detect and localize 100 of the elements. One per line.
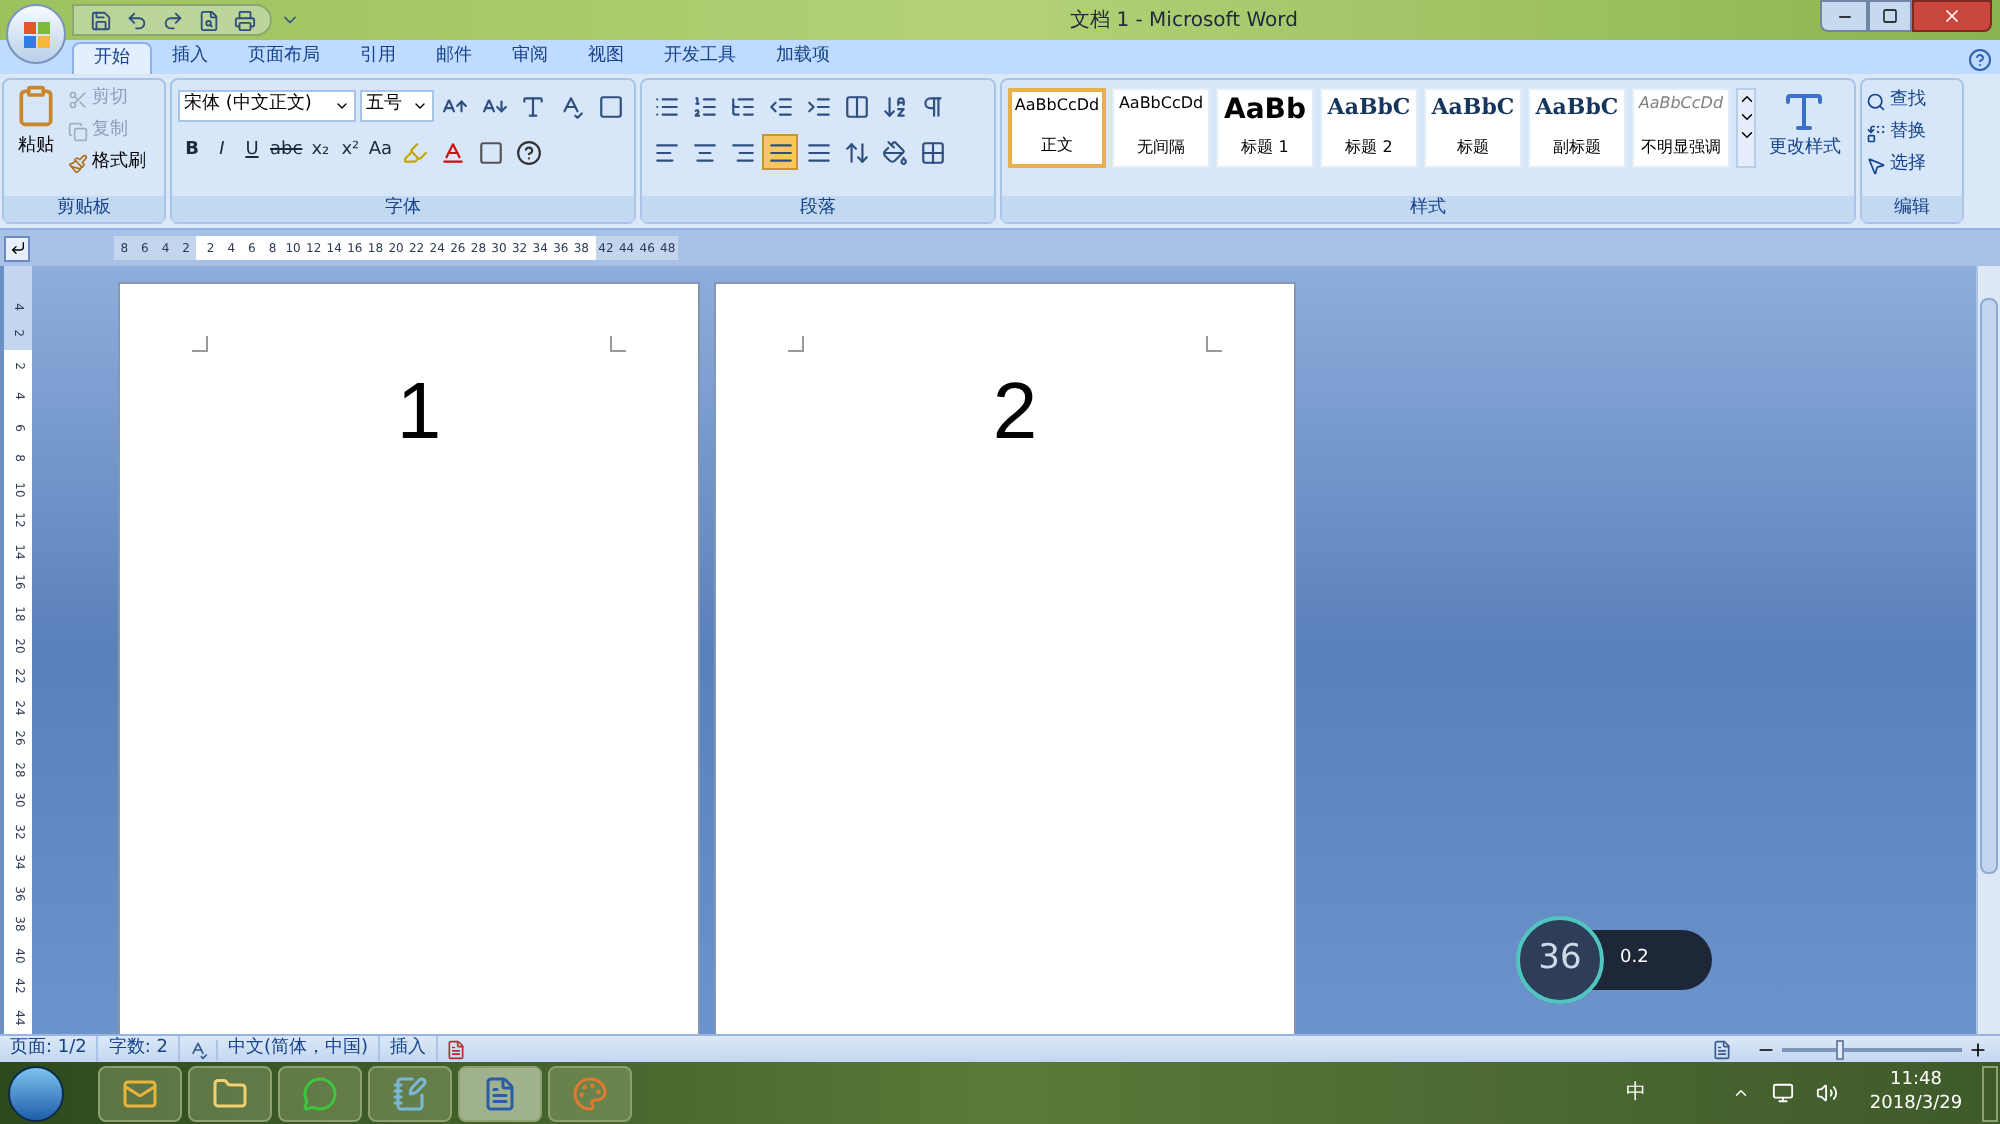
gallery-scrollbar[interactable] xyxy=(1735,88,1756,168)
format-button[interactable]: B xyxy=(178,136,206,168)
palette-icon xyxy=(572,1075,608,1111)
zoom-in-icon[interactable] xyxy=(1968,1039,1988,1059)
style-swatch[interactable]: AaBbCcDd 不明显强调 xyxy=(1631,88,1730,168)
tab-selector-button[interactable] xyxy=(4,235,30,261)
style-swatch[interactable]: AaBbC 标题 2 xyxy=(1320,88,1418,168)
sort-icon[interactable] xyxy=(881,93,907,119)
format-button[interactable]: x₂ xyxy=(306,136,335,168)
char-shading-icon[interactable] xyxy=(477,139,504,165)
style-swatch[interactable]: AaBb 标题 1 xyxy=(1216,88,1314,168)
taskbar-app-button[interactable] xyxy=(458,1065,542,1121)
style-swatch[interactable]: AaBbCcDd 正文 xyxy=(1008,88,1107,168)
ime-indicator[interactable]: 中 xyxy=(1626,1078,1646,1108)
format-button[interactable]: U xyxy=(238,136,266,168)
taskbar-app-button[interactable] xyxy=(368,1065,452,1121)
bullets-icon[interactable] xyxy=(653,93,679,119)
ribbon-tab[interactable]: 引用 xyxy=(340,42,416,74)
align-left-icon[interactable] xyxy=(653,139,679,165)
increase-indent-icon[interactable] xyxy=(805,93,831,119)
network-icon[interactable] xyxy=(1772,1082,1794,1104)
scroll-down-icon xyxy=(1737,108,1756,126)
save-icon[interactable] xyxy=(89,9,111,31)
replace-icon xyxy=(1866,123,1886,143)
tab-stop-icon xyxy=(9,240,25,256)
font-color-icon[interactable] xyxy=(439,139,466,165)
start-button[interactable] xyxy=(8,1065,64,1121)
justify-icon xyxy=(767,139,793,165)
print-icon[interactable] xyxy=(233,9,255,31)
close-button[interactable] xyxy=(1912,0,1992,32)
phonetic-icon[interactable] xyxy=(558,93,585,119)
restore-button[interactable] xyxy=(1868,0,1912,32)
ribbon-tab[interactable]: 开始 xyxy=(72,42,152,74)
scroll-up-icon xyxy=(1737,90,1756,108)
justify-button[interactable] xyxy=(762,134,798,170)
volume-icon[interactable] xyxy=(1816,1082,1838,1104)
taskbar-app-button[interactable] xyxy=(278,1065,362,1121)
editing-command[interactable]: 查找 xyxy=(1866,86,1958,116)
office-button[interactable] xyxy=(6,4,66,64)
format-button[interactable]: abc xyxy=(268,136,305,168)
clock[interactable]: 11:48 2018/3/29 xyxy=(1856,1070,1976,1116)
clipboard-command[interactable]: 格式刷 xyxy=(68,148,146,178)
help-icon[interactable] xyxy=(1968,48,1992,72)
widget-value: 36 xyxy=(1538,936,1582,983)
group-label: 样式 xyxy=(1410,195,1446,222)
ribbon-tab[interactable]: 邮件 xyxy=(416,42,492,74)
borders-icon[interactable] xyxy=(919,139,945,165)
style-swatch[interactable]: AaBbC 标题 xyxy=(1423,88,1522,168)
vertical-scrollbar[interactable] xyxy=(1976,266,2000,1034)
close-icon xyxy=(1942,6,1962,26)
char-border-icon[interactable] xyxy=(597,93,624,119)
clipboard-icon xyxy=(14,84,58,128)
scroll-thumb[interactable] xyxy=(1980,298,1998,874)
redo-icon[interactable] xyxy=(161,9,183,31)
pointer-icon xyxy=(1866,155,1886,175)
ribbon-tab[interactable]: 开发工具 xyxy=(644,42,756,74)
distribute-icon[interactable] xyxy=(805,139,831,165)
macro-icon[interactable] xyxy=(446,1039,467,1059)
widget-speed: 0.2 xyxy=(1620,946,1649,973)
editing-command[interactable]: 替换 xyxy=(1866,118,1958,148)
paste-button[interactable]: 粘贴 xyxy=(4,80,68,196)
restore-icon xyxy=(1882,8,1898,24)
notebook-icon xyxy=(392,1075,428,1111)
taskbar-app-button[interactable] xyxy=(98,1065,182,1121)
pilcrow-icon[interactable] xyxy=(919,93,945,119)
print-preview-icon[interactable] xyxy=(197,9,219,31)
font-size-field[interactable]: 五号 xyxy=(360,90,435,122)
page-number-text: 2 xyxy=(992,372,1038,452)
style-swatch[interactable]: AaBbCcDd 无间隔 xyxy=(1112,88,1211,168)
ribbon-tab[interactable]: 视图 xyxy=(568,42,644,74)
format-button[interactable]: Aa xyxy=(366,136,395,168)
shading-icon[interactable] xyxy=(881,139,907,165)
editing-command[interactable]: 选择 xyxy=(1866,150,1958,180)
align-right-icon[interactable] xyxy=(729,139,755,165)
clear-format-icon[interactable] xyxy=(520,93,546,119)
ribbon-tab[interactable]: 审阅 xyxy=(492,42,568,74)
format-button[interactable]: x² xyxy=(336,136,365,168)
mail-icon xyxy=(122,1075,158,1111)
proofing-icon[interactable] xyxy=(188,1039,209,1059)
group-label: 编辑 xyxy=(1894,195,1930,222)
columns-icon[interactable] xyxy=(843,93,869,119)
copy-icon xyxy=(68,121,88,141)
style-swatch[interactable]: AaBbC 副标题 xyxy=(1527,88,1626,168)
ribbon-tab[interactable]: 插入 xyxy=(152,42,228,74)
view-icon[interactable] xyxy=(1712,1039,1732,1059)
ribbon-tab[interactable]: 页面布局 xyxy=(228,42,340,74)
expand-icon xyxy=(1737,126,1756,144)
multilevel-list-icon[interactable] xyxy=(729,93,755,119)
ribbon-tab[interactable]: 加载项 xyxy=(756,42,850,74)
paintbrush-icon xyxy=(68,153,88,173)
decrease-indent-icon[interactable] xyxy=(767,93,793,119)
line-spacing-icon[interactable] xyxy=(843,139,869,165)
change-styles-button[interactable]: 更改样式 xyxy=(1761,88,1848,163)
align-center-icon[interactable] xyxy=(691,139,717,165)
undo-icon[interactable] xyxy=(125,9,147,31)
format-button[interactable]: I xyxy=(208,136,236,168)
group-label: 剪贴板 xyxy=(57,195,111,222)
numbering-icon[interactable] xyxy=(691,93,717,119)
font-name-field[interactable]: 宋体 (中文正文) xyxy=(178,90,357,122)
taskbar-app-button[interactable] xyxy=(188,1065,272,1121)
